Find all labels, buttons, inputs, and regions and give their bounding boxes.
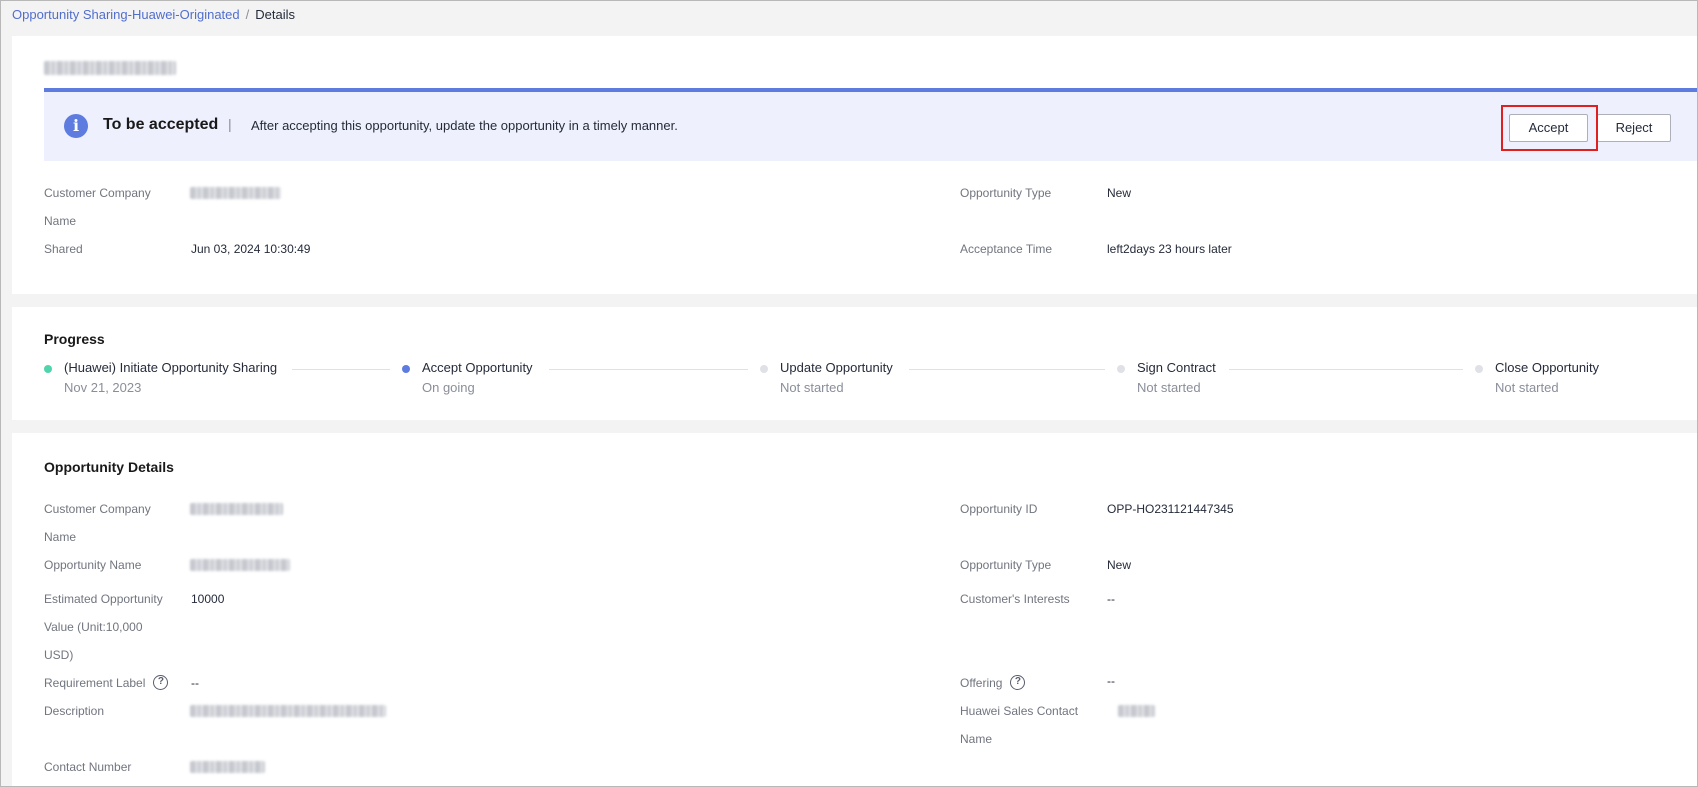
opportunity-title-redacted (44, 61, 176, 75)
sales-contact-value-redacted (1118, 705, 1155, 717)
summary-card: i To be accepted | After accepting this … (12, 36, 1697, 294)
details-customer-company-value-redacted (190, 503, 283, 515)
customer-company-label: Customer Company (44, 186, 151, 200)
help-circle-icon[interactable]: ? (1010, 675, 1026, 691)
status-title: To be accepted (103, 116, 219, 133)
customers-interests-label: Customer's Interests (960, 592, 1070, 606)
offering-label: Offering? (960, 669, 1026, 697)
status-message: After accepting this opportunity, update… (251, 118, 678, 133)
customer-company-label-cont: Name (44, 214, 77, 228)
progress-step-status: Not started (1495, 380, 1559, 395)
opportunity-id-label: Opportunity ID (960, 502, 1038, 516)
requirement-label-text: Requirement Label (44, 676, 146, 690)
requirement-label-label: Requirement Label? (44, 669, 169, 697)
shared-label: Shared (44, 242, 83, 256)
contact-number-value-redacted (190, 761, 265, 773)
progress-step-status: Not started (1137, 380, 1201, 395)
offering-label-text: Offering (960, 676, 1003, 690)
progress-step-status: Nov 21, 2023 (64, 380, 142, 395)
sales-contact-label-cont: Name (960, 732, 993, 746)
progress-step-name: Sign Contract (1137, 360, 1216, 375)
page-frame: Opportunity Sharing-Huawei-Originated / De… (0, 0, 1698, 787)
requirement-label-value: -- (191, 676, 199, 690)
info-icon: i (64, 114, 88, 138)
offering-value: -- (1107, 674, 1115, 688)
contact-number-label: Contact Number (44, 760, 132, 774)
opportunity-name-label: Opportunity Name (44, 558, 142, 572)
customer-company-value-redacted (190, 187, 281, 199)
estimated-value-label: Estimated Opportunity (44, 592, 163, 606)
breadcrumb-current: Details (255, 7, 295, 22)
status-separator: | (228, 116, 232, 132)
progress-connector (909, 369, 1105, 370)
opportunity-type-label: Opportunity Type (960, 186, 1052, 200)
description-value-redacted (190, 705, 386, 717)
progress-connector (292, 369, 390, 370)
progress-step-name: Update Opportunity (780, 360, 893, 375)
acceptance-time-label: Acceptance Time (960, 242, 1053, 256)
breadcrumb-parent-link[interactable]: Opportunity Sharing-Huawei-Originated (12, 7, 240, 22)
progress-connector (549, 369, 748, 370)
progress-connector (1229, 369, 1463, 370)
progress-step-dot (402, 365, 410, 373)
progress-step-name: Accept Opportunity (422, 360, 533, 375)
details-opportunity-type-value: New (1107, 558, 1132, 572)
breadcrumb-separator: / (245, 7, 250, 22)
customers-interests-value: -- (1107, 592, 1115, 606)
progress-card: Progress (Huawei) Initiate Opportunity S… (12, 307, 1697, 420)
estimated-value-label-cont: Value (Unit:10,000 (44, 620, 143, 634)
progress-step-dot (1117, 365, 1125, 373)
shared-value: Jun 03, 2024 10:30:49 (191, 242, 311, 256)
details-title: Opportunity Details (44, 459, 174, 475)
progress-step-dot (760, 365, 768, 373)
accept-button[interactable]: Accept (1509, 114, 1588, 142)
details-customer-company-label-cont: Name (44, 530, 77, 544)
reject-button[interactable]: Reject (1597, 114, 1671, 142)
opportunity-name-value-redacted (190, 559, 290, 571)
estimated-value-value: 10000 (191, 592, 225, 606)
details-card: Opportunity Details Customer Company Nam… (12, 433, 1697, 786)
breadcrumb: Opportunity Sharing-Huawei-Originated / De… (12, 7, 295, 23)
estimated-value-label-unit: USD) (44, 648, 74, 662)
help-circle-icon[interactable]: ? (153, 675, 169, 691)
opportunity-id-value: OPP-HO231121447345 (1107, 502, 1234, 516)
progress-step-dot (44, 365, 52, 373)
progress-step-status: Not started (780, 380, 844, 395)
progress-step-name: (Huawei) Initiate Opportunity Sharing (64, 360, 278, 375)
progress-step-name: Close Opportunity (1495, 360, 1600, 375)
progress-step-dot (1475, 365, 1483, 373)
details-opportunity-type-label: Opportunity Type (960, 558, 1052, 572)
progress-step-status: On going (422, 380, 475, 395)
progress-title: Progress (44, 331, 105, 347)
status-banner: i To be accepted | After accepting this … (44, 88, 1697, 161)
acceptance-time-value: left2days 23 hours later (1107, 242, 1232, 256)
details-customer-company-label: Customer Company (44, 502, 151, 516)
opportunity-type-value: New (1107, 186, 1132, 200)
description-label: Description (44, 704, 105, 718)
sales-contact-label: Huawei Sales Contact (960, 704, 1079, 718)
